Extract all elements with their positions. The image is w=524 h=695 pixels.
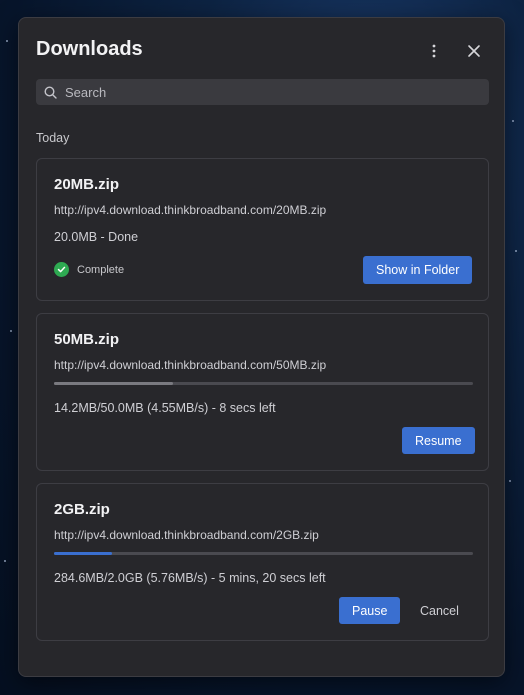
complete-indicator: Complete xyxy=(54,262,124,277)
download-url: http://ipv4.download.thinkbroadband.com/… xyxy=(54,358,327,372)
progress-fill xyxy=(54,382,173,385)
download-filename: 50MB.zip xyxy=(54,331,120,348)
background-star xyxy=(10,330,12,332)
pause-button[interactable]: Pause xyxy=(339,597,401,624)
download-item: 20MB.zip http://ipv4.download.thinkbroad… xyxy=(36,158,489,301)
download-item: 50MB.zip http://ipv4.download.thinkbroad… xyxy=(36,313,489,471)
downloads-panel: Downloads Today 20MB.zip http://ipv4.dow… xyxy=(18,17,505,677)
progress-bar xyxy=(54,552,473,555)
panel-title: Downloads xyxy=(36,38,143,60)
download-status: 284.6MB/2.0GB (5.76MB/s) - 5 mins, 20 se… xyxy=(54,571,326,585)
background-star xyxy=(4,560,6,562)
close-icon xyxy=(468,45,480,57)
download-url: http://ipv4.download.thinkbroadband.com/… xyxy=(54,528,319,542)
progress-fill xyxy=(54,552,113,555)
progress-bar xyxy=(54,382,473,385)
download-filename: 2GB.zip xyxy=(54,501,110,518)
search-icon xyxy=(44,85,57,99)
download-url: http://ipv4.download.thinkbroadband.com/… xyxy=(54,203,327,217)
background-star xyxy=(512,120,514,122)
background-star xyxy=(515,250,517,252)
search-input[interactable] xyxy=(63,83,467,101)
check-circle-icon xyxy=(54,262,69,277)
background-star xyxy=(6,40,8,42)
download-filename: 20MB.zip xyxy=(54,176,120,193)
section-label-today: Today xyxy=(36,131,70,145)
download-item: 2GB.zip http://ipv4.download.thinkbroadb… xyxy=(36,483,489,641)
background-star xyxy=(509,480,511,482)
more-vertical-icon xyxy=(432,44,436,58)
cancel-button[interactable]: Cancel xyxy=(410,597,469,624)
search-box[interactable] xyxy=(36,79,489,105)
show-in-folder-button[interactable]: Show in Folder xyxy=(363,256,473,284)
close-button[interactable] xyxy=(462,39,486,63)
more-options-button[interactable] xyxy=(422,39,446,63)
download-status: 14.2MB/50.0MB (4.55MB/s) - 8 secs left xyxy=(54,401,276,415)
resume-button[interactable]: Resume xyxy=(402,427,475,454)
download-status: 20.0MB - Done xyxy=(54,230,139,244)
complete-label: Complete xyxy=(77,263,125,276)
